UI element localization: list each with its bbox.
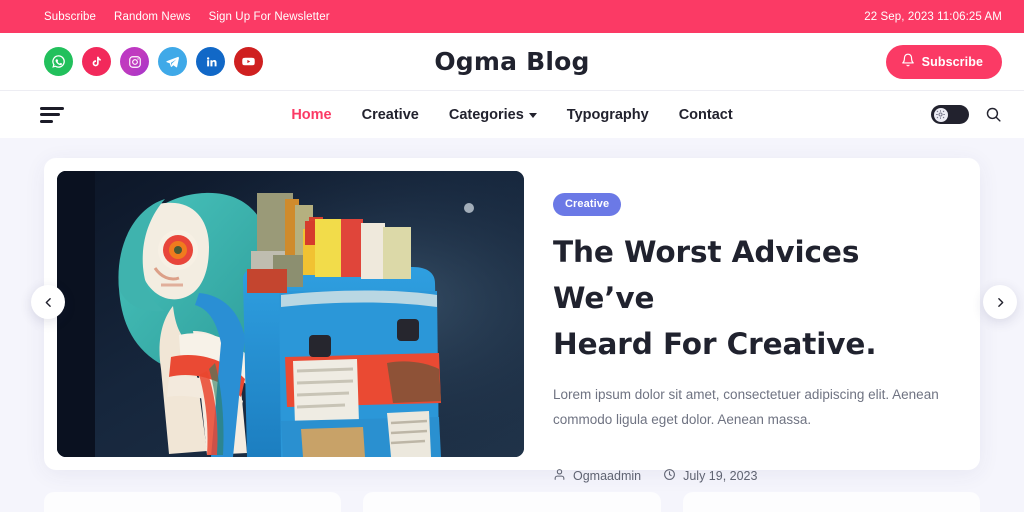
sun-icon — [933, 107, 948, 122]
hamburger-icon[interactable] — [40, 106, 64, 124]
subscribe-button[interactable]: Subscribe — [885, 44, 1002, 79]
nav-item-home[interactable]: Home — [291, 107, 331, 123]
nav-item-contact[interactable]: Contact — [679, 107, 733, 123]
posts-grid-preview — [0, 492, 1024, 512]
post-card-2[interactable] — [363, 492, 661, 512]
nav-item-categories[interactable]: Categories — [449, 107, 537, 123]
subscribe-button-label: Subscribe — [921, 54, 983, 69]
hero-author-name: Ogmaadmin — [573, 469, 642, 483]
hero-date-text: July 19, 2023 — [683, 469, 758, 483]
nav-item-creative[interactable]: Creative — [362, 107, 419, 123]
hero-post-body: Creative The Worst Advices We’ve Heard F… — [524, 171, 998, 483]
hero-slider-section: Creative The Worst Advices We’ve Heard F… — [0, 138, 1024, 483]
post-card-1[interactable] — [44, 492, 342, 512]
dark-mode-toggle[interactable] — [931, 105, 969, 124]
topbar-link-random-news[interactable]: Random News — [114, 11, 191, 23]
search-icon[interactable] — [985, 106, 1002, 123]
topbar-links: Subscribe Random News Sign Up For Newsle… — [44, 11, 330, 23]
tiktok-icon[interactable] — [82, 47, 111, 76]
top-announcement-bar: Subscribe Random News Sign Up For Newsle… — [0, 0, 1024, 33]
linkedin-icon[interactable] — [196, 47, 225, 76]
youtube-icon[interactable] — [234, 47, 263, 76]
hero-title-line-2: Heard For Creative. — [553, 327, 877, 361]
chevron-right-icon — [997, 297, 1003, 307]
hero-category-badge[interactable]: Creative — [553, 193, 622, 216]
clock-icon — [663, 468, 676, 484]
nav-item-typography[interactable]: Typography — [567, 107, 649, 123]
nav-menu: Home Creative Categories Typography Cont… — [0, 107, 1024, 123]
social-links — [44, 47, 263, 76]
main-navigation: Home Creative Categories Typography Cont… — [0, 90, 1024, 138]
site-header: Ogma Blog Subscribe — [0, 33, 1024, 90]
current-datetime: 22 Sep, 2023 11:06:25 AM — [864, 10, 1002, 23]
user-icon — [553, 468, 566, 484]
nav-item-home-label: Home — [291, 106, 332, 123]
topbar-link-subscribe[interactable]: Subscribe — [44, 11, 96, 23]
nav-item-categories-label: Categories — [448, 106, 524, 123]
hero-post-excerpt: Lorem ipsum dolor sit amet, consectetuer… — [553, 387, 939, 427]
slider-next-button[interactable] — [983, 285, 1017, 319]
hero-author[interactable]: Ogmaadmin — [553, 468, 641, 484]
hero-date[interactable]: July 19, 2023 — [663, 468, 757, 484]
slider-prev-button[interactable] — [31, 285, 65, 319]
nav-item-typography-label: Typography — [566, 106, 649, 123]
hero-title-line-1: The Worst Advices We’ve — [553, 235, 860, 315]
topbar-link-newsletter[interactable]: Sign Up For Newsletter — [209, 11, 330, 23]
brand-title[interactable]: Ogma Blog — [434, 47, 589, 76]
hero-post-card: Creative The Worst Advices We’ve Heard F… — [44, 158, 980, 483]
chevron-down-icon — [528, 113, 537, 118]
hero-post-image[interactable] — [57, 171, 524, 457]
bell-icon — [901, 53, 915, 70]
post-card-3[interactable] — [682, 492, 980, 512]
instagram-icon[interactable] — [120, 47, 149, 76]
chevron-left-icon — [45, 297, 51, 307]
nav-right-tools — [931, 105, 1002, 124]
hero-post-title[interactable]: The Worst Advices We’ve Heard For Creati… — [553, 229, 953, 367]
nav-item-creative-label: Creative — [361, 106, 419, 123]
whatsapp-icon[interactable] — [44, 47, 73, 76]
hero-post-meta: Ogmaadmin July 19, 2023 — [553, 468, 974, 484]
telegram-icon[interactable] — [158, 47, 187, 76]
nav-item-contact-label: Contact — [678, 106, 733, 123]
